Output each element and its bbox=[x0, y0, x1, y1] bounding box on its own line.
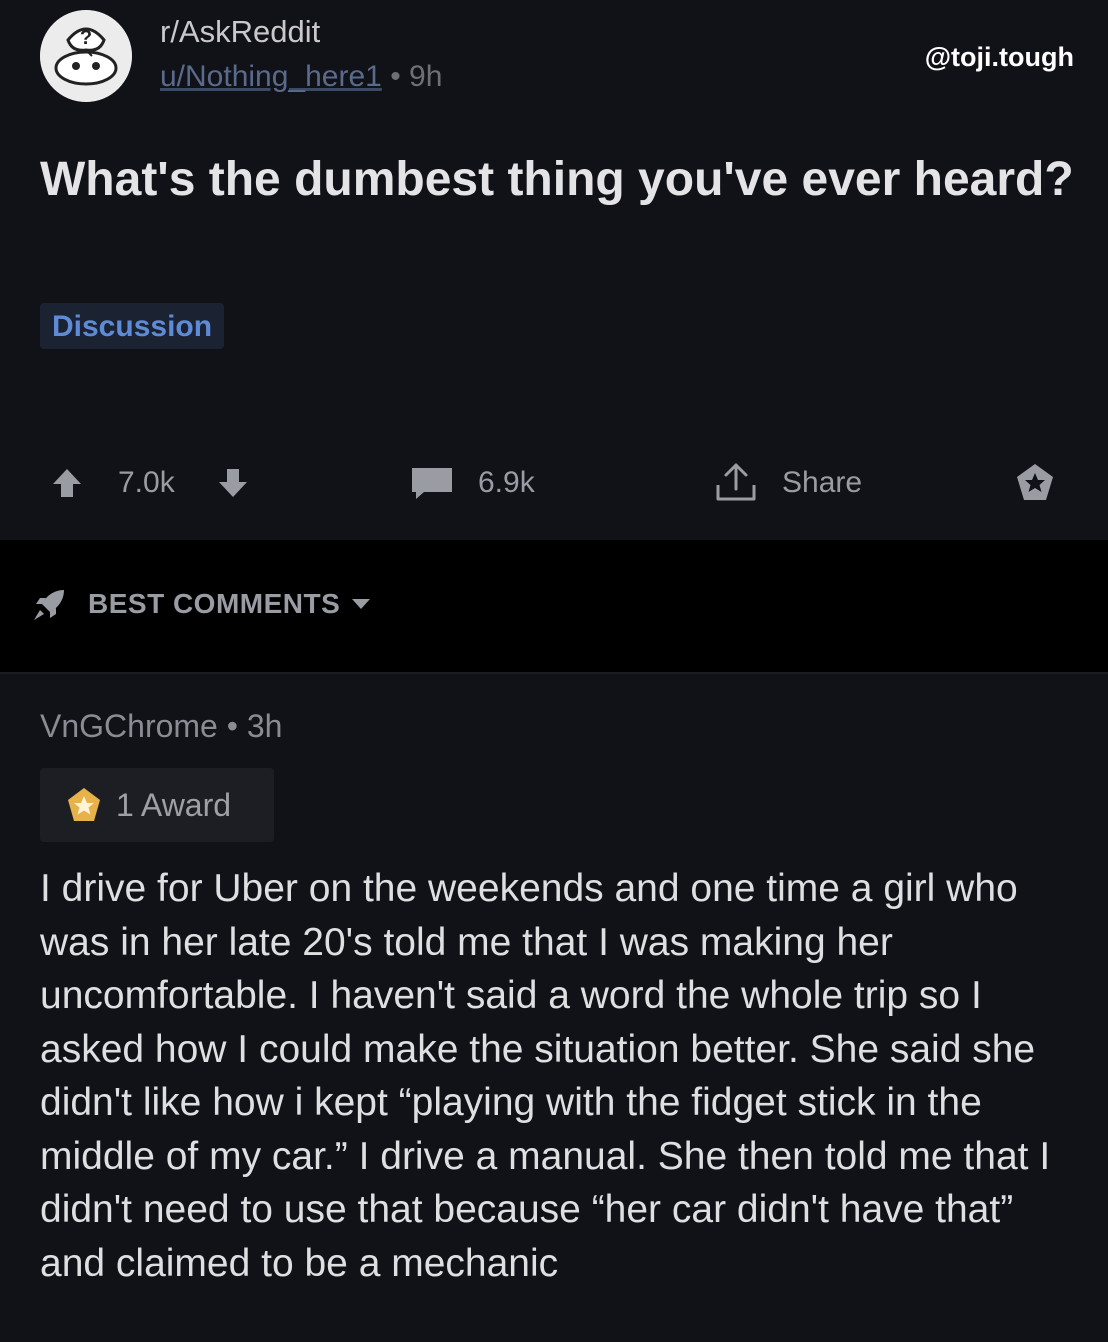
award-button[interactable] bbox=[1012, 455, 1058, 511]
upvote-button[interactable] bbox=[50, 455, 84, 511]
post-age: 9h bbox=[409, 60, 443, 93]
vote-count: 7.0k bbox=[118, 466, 175, 499]
share-label: Share bbox=[782, 466, 863, 499]
award-icon bbox=[1017, 464, 1053, 500]
award-badge-icon bbox=[68, 788, 100, 821]
post-title[interactable]: What's the dumbest thing you've ever hea… bbox=[40, 150, 1080, 210]
comment-count: 6.9k bbox=[478, 466, 535, 499]
post-author[interactable]: u/Nothing_here1 bbox=[160, 60, 382, 93]
subreddit-avatar[interactable]: ? bbox=[40, 10, 132, 102]
award-label: 1 Award bbox=[116, 786, 232, 823]
comment-icon bbox=[412, 468, 452, 499]
comment-age: 3h bbox=[246, 708, 283, 744]
watermark: @toji.tough bbox=[924, 42, 1074, 72]
svg-text:?: ? bbox=[80, 27, 92, 49]
meta-separator: • bbox=[390, 60, 401, 93]
share-icon bbox=[716, 463, 756, 501]
downvote-button[interactable] bbox=[216, 455, 250, 511]
rocket-icon bbox=[34, 590, 64, 620]
comment-card: VnGChrome • 3h 1 Award I drive for Uber … bbox=[0, 672, 1108, 1342]
comment-author[interactable]: VnGChrome bbox=[40, 708, 218, 744]
sort-dropdown[interactable]: BEST COMMENTS bbox=[30, 584, 372, 624]
post-card: ? r/AskReddit u/Nothing_here1 • 9h @toji… bbox=[0, 0, 1108, 540]
caret-down-icon bbox=[352, 599, 371, 609]
post-actions: 7.0k 6.9k Share bbox=[0, 455, 1108, 511]
upvote-icon[interactable] bbox=[50, 466, 84, 500]
comments-button[interactable]: 6.9k bbox=[408, 455, 535, 511]
comment-body: I drive for Uber on the weekends and one… bbox=[40, 867, 1051, 1285]
post-author-line: u/Nothing_here1 • 9h bbox=[160, 60, 442, 94]
meta-separator: • bbox=[226, 708, 238, 744]
share-button[interactable]: Share bbox=[712, 455, 862, 511]
post-flair[interactable]: Discussion bbox=[40, 303, 225, 349]
sort-label: BEST COMMENTS bbox=[88, 588, 341, 619]
comment-meta: VnGChrome • 3h bbox=[40, 708, 282, 745]
downvote-icon[interactable] bbox=[216, 466, 250, 500]
award-badge[interactable]: 1 Award bbox=[40, 768, 274, 842]
subreddit-name[interactable]: r/AskReddit bbox=[160, 14, 320, 50]
